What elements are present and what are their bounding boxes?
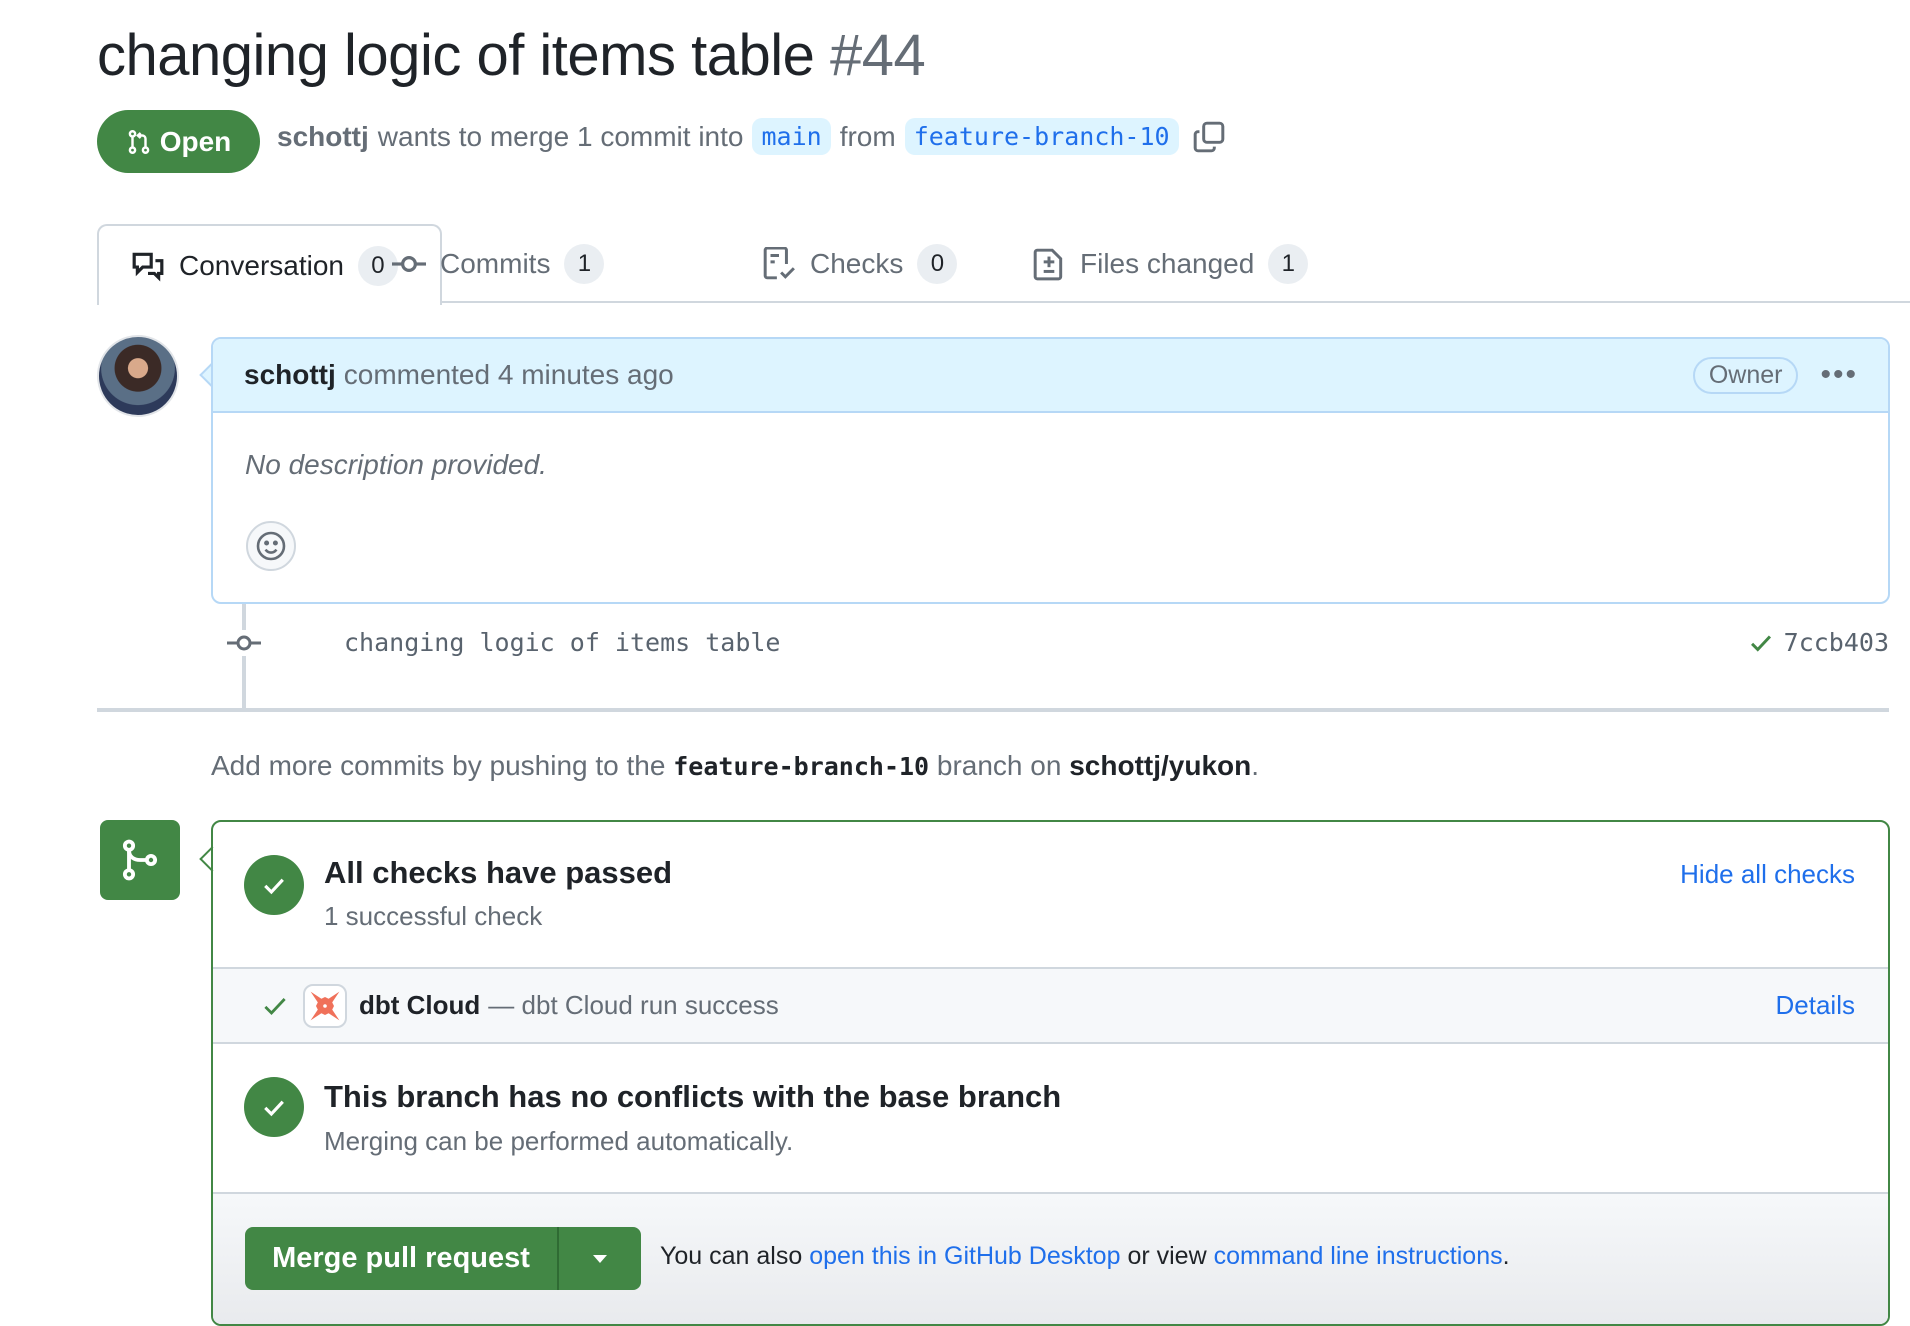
check-icon [264, 997, 286, 1015]
tab-counter: 1 [1268, 243, 1309, 284]
comment-discussion-icon [132, 252, 164, 282]
owner-badge: Owner [1692, 356, 1799, 394]
smiley-icon [256, 531, 286, 561]
pr-title: changing logic of items table #44 [97, 20, 926, 92]
push-hint-prefix: Add more commits by pushing to the [211, 750, 666, 781]
push-hint-suffix: . [1251, 750, 1260, 781]
dbt-cloud-logo [303, 983, 347, 1028]
push-hint-branch: feature-branch-10 [673, 752, 930, 781]
comment-header: schottj commented 4 minutes ago Owner ••… [213, 339, 1888, 413]
commit-sha: 7ccb403 [1748, 628, 1889, 657]
hide-all-checks-link[interactable]: Hide all checks [1680, 859, 1855, 890]
file-diff-icon [1033, 248, 1063, 280]
push-hint: Add more commits by pushing to the featu… [211, 750, 1259, 782]
dbt-logo-icon [310, 991, 340, 1020]
merge-footer: Merge pull request You can also open thi… [213, 1194, 1888, 1324]
merge-button-group: Merge pull request [245, 1227, 641, 1290]
add-reaction-button[interactable] [246, 521, 296, 571]
tab-label: Commits [440, 247, 551, 279]
tab-label: Conversation [179, 249, 344, 281]
checks-subtitle: 1 successful check [324, 901, 543, 931]
footer-suffix: . [1502, 1242, 1510, 1270]
tab-counter: 0 [917, 243, 958, 284]
pr-title-text: changing logic of items table [97, 23, 815, 88]
footer-prefix: You can also [660, 1242, 803, 1270]
pr-state-label: Open [159, 125, 232, 157]
kebab-horizontal-icon[interactable]: ••• [1820, 360, 1858, 390]
tab-label: Checks [810, 247, 904, 279]
tab-checks[interactable]: Checks 0 [762, 224, 958, 303]
pr-from-text: from [839, 120, 896, 152]
tab-files-changed[interactable]: Files changed 1 [1032, 224, 1309, 303]
check-name: dbt Cloud [359, 990, 481, 1020]
open-in-desktop-link[interactable]: open this in GitHub Desktop [809, 1242, 1120, 1270]
conflicts-title: This branch has no conflicts with the ba… [324, 1079, 1062, 1114]
git-merge-icon [122, 839, 158, 881]
timeline-line [242, 604, 246, 710]
command-line-instructions-link[interactable]: command line instructions [1214, 1242, 1503, 1270]
head-branch[interactable]: feature-branch-10 [904, 118, 1179, 155]
commit-sha-link[interactable]: 7ccb403 [1784, 628, 1889, 657]
conflicts-subtitle: Merging can be performed automatically. [324, 1126, 794, 1156]
comment-body: No description provided. [245, 449, 547, 480]
check-circle-fill-icon [244, 1077, 304, 1137]
git-pull-request-icon [128, 129, 150, 154]
checklist-icon [763, 246, 795, 279]
triangle-down-icon [593, 1254, 607, 1263]
pr-state-badge: Open [97, 110, 260, 173]
merge-status-icon-box [100, 820, 180, 900]
merge-footer-text: You can also open this in GitHub Desktop… [660, 1242, 1510, 1271]
pr-number: #44 [830, 23, 926, 88]
merge-method-dropdown[interactable] [559, 1227, 641, 1290]
git-commit-icon [392, 255, 426, 272]
pr-merge-text: wants to merge 1 commit into [377, 120, 744, 152]
check-details-link[interactable]: Details [1776, 990, 1855, 1021]
checks-title: All checks have passed [324, 855, 673, 890]
base-branch[interactable]: main [752, 118, 831, 155]
check-description: — dbt Cloud run success [488, 990, 779, 1020]
tab-conversation[interactable]: Conversation 0 [97, 224, 442, 305]
tab-label: Files changed [1080, 247, 1255, 279]
comment-box: schottj commented 4 minutes ago Owner ••… [211, 337, 1890, 604]
copy-icon[interactable] [1192, 120, 1226, 154]
merge-box: All checks have passed 1 successful chec… [211, 820, 1890, 1326]
comment-timestamp[interactable]: commented 4 minutes ago [344, 359, 674, 391]
git-commit-icon [227, 630, 261, 656]
check-icon[interactable] [1748, 630, 1774, 656]
avatar[interactable] [97, 335, 179, 417]
commit-message-link[interactable]: changing logic of items table [344, 628, 781, 657]
tab-commits[interactable]: Commits 1 [392, 224, 605, 303]
timeline-divider [97, 708, 1889, 712]
pr-tabs: Conversation 0 Commits 1 Checks 0 Files … [97, 224, 1910, 305]
pr-author-link[interactable]: schottj [277, 121, 369, 153]
comment-author-link[interactable]: schottj [244, 359, 336, 391]
pr-meta: schottj wants to merge 1 commit into mai… [277, 118, 1226, 155]
push-hint-middle: branch on [936, 750, 1062, 781]
footer-middle: or view [1127, 1242, 1207, 1270]
push-hint-repo[interactable]: schottj/yukon [1069, 750, 1251, 781]
conflicts-section: This branch has no conflicts with the ba… [213, 1044, 1888, 1194]
checks-section: All checks have passed 1 successful chec… [213, 822, 1888, 969]
merge-pull-request-button[interactable]: Merge pull request [245, 1227, 559, 1290]
check-item-row: dbt Cloud — dbt Cloud run success Detail… [213, 969, 1888, 1044]
check-circle-fill-icon [244, 855, 304, 915]
tab-counter: 1 [564, 243, 605, 284]
